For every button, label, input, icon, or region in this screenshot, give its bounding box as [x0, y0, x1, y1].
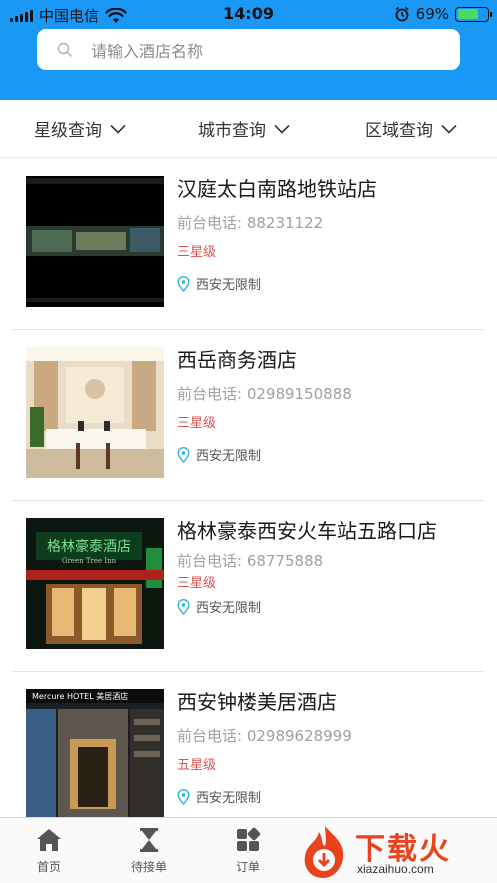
hotel-location: 西安无限制 [177, 597, 472, 616]
chevron-down-icon [274, 124, 290, 134]
hotel-card[interactable]: 汉庭太白南路地铁站店 前台电话: 88231122 三星级 西安无限制 [12, 159, 484, 330]
battery-fill [457, 9, 478, 19]
hotel-phone: 前台电话: 02989150888 [177, 385, 352, 403]
search-input[interactable]: 请输入酒店名称 [91, 38, 203, 62]
flame-logo-icon [304, 826, 344, 878]
location-label: 西安无限制 [196, 449, 262, 464]
battery-icon [455, 6, 492, 22]
filter-label: 城市查询 [198, 121, 266, 141]
hotel-location: 西安无限制 [177, 445, 472, 464]
filter-district[interactable]: 区域查询 [365, 116, 457, 141]
location-pin-icon [177, 275, 190, 292]
hotel-info: 西岳商务酒店 前台电话: 02989150888 三星级 西安无限制 [177, 344, 472, 464]
hotel-sign-text: 格林豪泰酒店 [47, 539, 131, 555]
chevron-down-icon [110, 124, 126, 134]
hotel-star-rating: 五星级 [177, 758, 217, 773]
hotel-phone: 前台电话: 88231122 [177, 214, 324, 232]
hotel-sign-text-en: Green Tree Inn [62, 557, 117, 565]
location-label: 西安无限制 [196, 601, 262, 616]
hourglass-icon [140, 828, 158, 852]
hotel-star-rating: 三星级 [177, 416, 217, 431]
location-label: 西安无限制 [196, 278, 262, 293]
app-header: 中国电信 14:09 69% 请输入酒店名称 [0, 0, 497, 100]
hotel-thumbnail [26, 347, 164, 478]
hotel-sign-text: Mercure HOTEL 美居酒店 [32, 691, 128, 701]
hotel-name: 格林豪泰西安火车站五路口店 [177, 519, 437, 543]
location-pin-icon [177, 598, 190, 615]
battery-percent: 69% [415, 5, 449, 23]
hotel-star-rating: 三星级 [177, 576, 217, 591]
hotel-star-rating: 三星级 [177, 245, 217, 260]
filter-bar: 星级查询 城市查询 区域查询 [0, 100, 497, 158]
hotel-info: 格林豪泰西安火车站五路口店 前台电话: 68775888 三星级 西安无限制 [177, 515, 472, 616]
hotel-phone: 前台电话: 68775888 [177, 552, 324, 570]
hotel-info: 西安钟楼美居酒店 前台电话: 02989628999 五星级 西安无限制 [177, 686, 472, 806]
hotel-info: 汉庭太白南路地铁站店 前台电话: 88231122 三星级 西安无限制 [177, 173, 472, 293]
filter-star-level[interactable]: 星级查询 [34, 116, 126, 141]
hotel-name: 西岳商务酒店 [177, 348, 297, 372]
status-right: 69% [394, 5, 492, 23]
hotel-location: 西安无限制 [177, 787, 472, 806]
hotel-name: 西安钟楼美居酒店 [177, 690, 337, 714]
hotel-card[interactable]: Mercure HOTEL 美居酒店 西安钟楼美居酒店 前台电话: 029896… [12, 672, 484, 817]
status-bar: 中国电信 14:09 69% [0, 0, 497, 28]
filter-label: 区域查询 [365, 121, 433, 141]
hotel-card[interactable]: 西岳商务酒店 前台电话: 02989150888 三星级 西安无限制 [12, 330, 484, 501]
watermark-url: xiazaihuo.com [357, 862, 434, 876]
hotel-phone: 前台电话: 02989628999 [177, 727, 352, 745]
tab-pending[interactable]: 待接单 [114, 826, 184, 875]
tab-label: 首页 [36, 860, 61, 874]
home-icon [37, 829, 61, 851]
hotel-thumbnail: 格林豪泰酒店 Green Tree Inn [26, 518, 164, 649]
filter-city[interactable]: 城市查询 [198, 116, 290, 141]
location-label: 西安无限制 [196, 791, 262, 806]
watermark: 下载火 xiazaihuo.com [295, 822, 495, 882]
filter-label: 星级查询 [34, 121, 102, 141]
hotel-card[interactable]: 格林豪泰酒店 Green Tree Inn 格林豪泰西安火车站五路口店 前台电话… [12, 501, 484, 672]
location-pin-icon [177, 788, 190, 805]
hotel-location: 西安无限制 [177, 274, 472, 293]
chevron-down-icon [441, 124, 457, 134]
hotel-thumbnail: Mercure HOTEL 美居酒店 [26, 689, 164, 817]
tab-orders[interactable]: 订单 [213, 826, 283, 875]
tab-label: 订单 [235, 860, 260, 874]
tab-home[interactable]: 首页 [14, 826, 84, 875]
location-pin-icon [177, 446, 190, 463]
search-bar[interactable]: 请输入酒店名称 [37, 29, 460, 70]
alarm-icon [395, 6, 409, 22]
grid-icon [237, 827, 261, 851]
hotel-name: 汉庭太白南路地铁站店 [177, 177, 377, 201]
tab-label: 待接单 [130, 860, 167, 874]
hotel-list: 汉庭太白南路地铁站店 前台电话: 88231122 三星级 西安无限制 西岳商务… [0, 159, 497, 817]
search-icon [57, 42, 72, 57]
hotel-thumbnail [26, 176, 164, 307]
